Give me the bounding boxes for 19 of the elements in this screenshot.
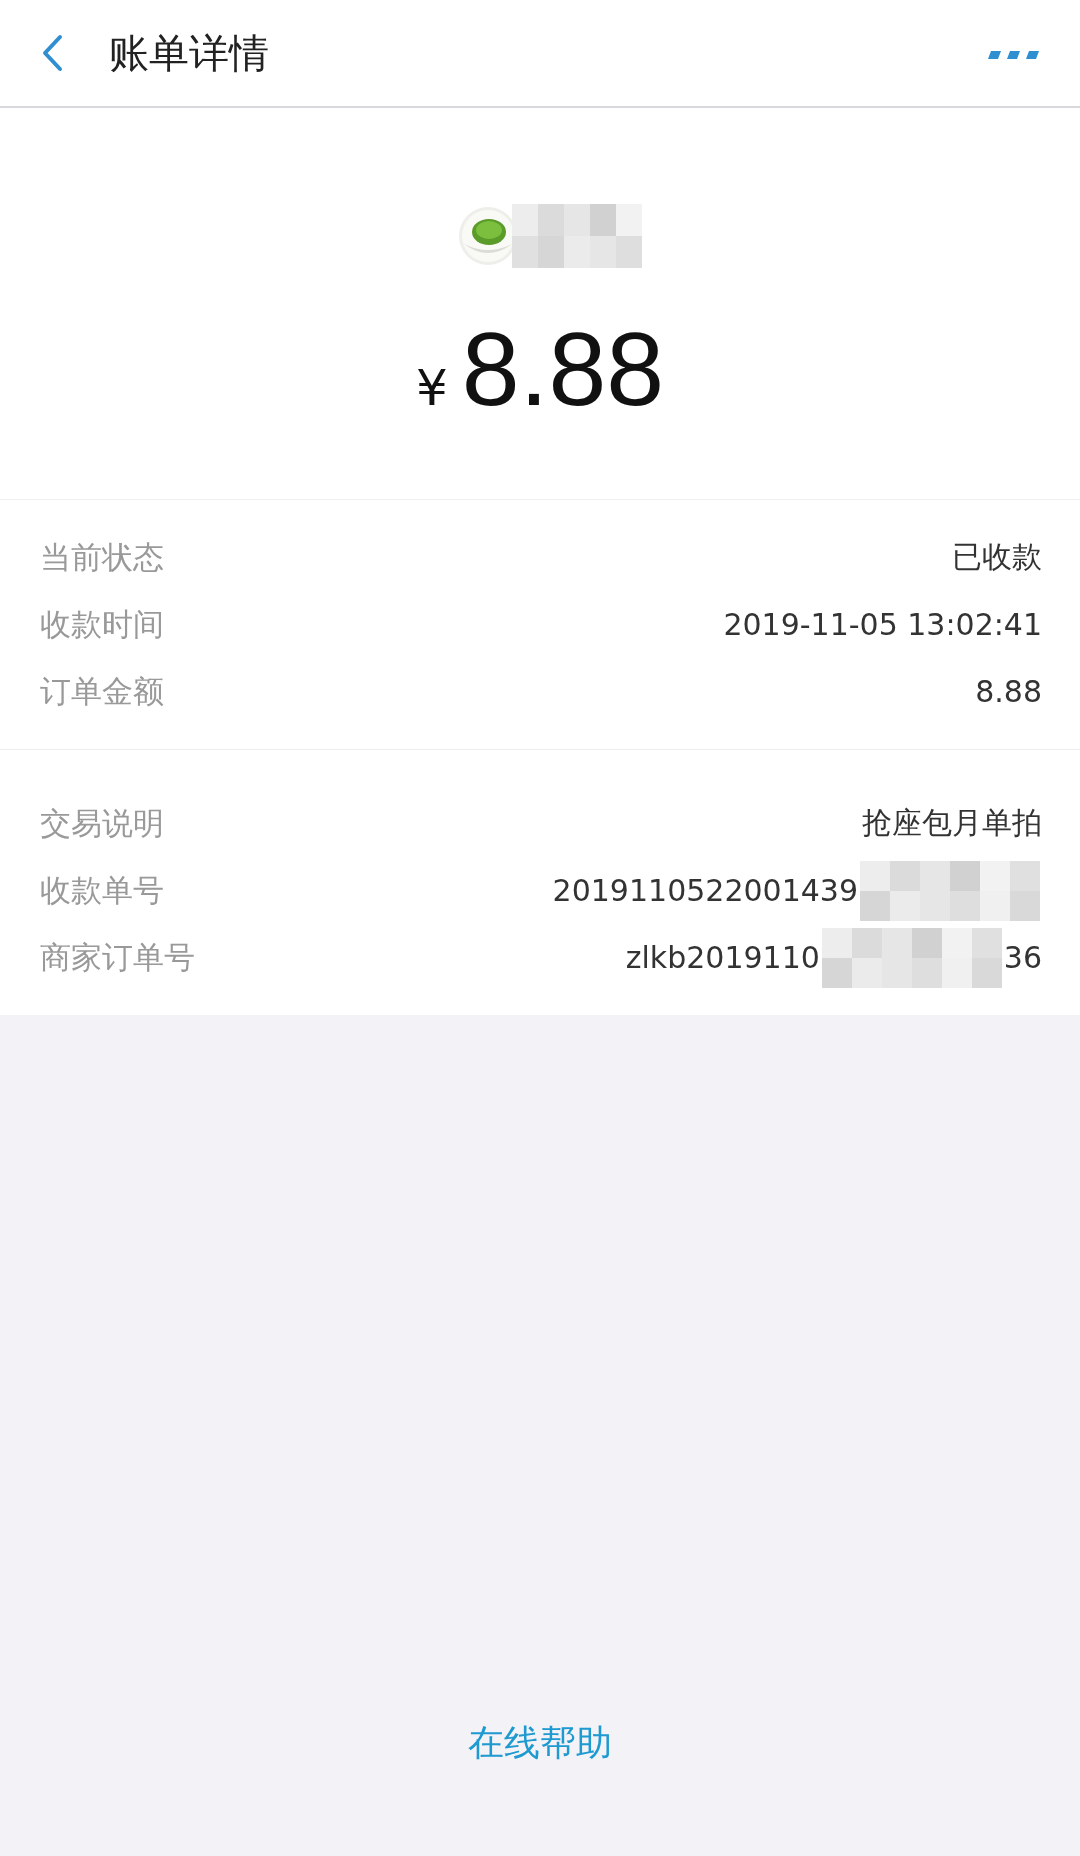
field-label: 订单金额 (40, 671, 164, 711)
currency-symbol: ¥ (415, 359, 448, 417)
amount-value: 8.88 (461, 310, 665, 429)
field-value: 已收款 (952, 538, 1042, 576)
field-label: 收款单号 (40, 870, 164, 910)
field-value: 2019-11-05 13:02:41 (723, 607, 1042, 642)
more-icon[interactable] (988, 49, 1040, 61)
field-value: 8.88 (975, 674, 1042, 709)
help-link[interactable]: 在线帮助 (468, 1719, 612, 1768)
back-icon[interactable] (40, 33, 64, 73)
field-value: 36 (1003, 940, 1042, 975)
field-label: 交易说明 (40, 803, 164, 843)
field-label: 收款时间 (40, 604, 164, 644)
field-label: 商家订单号 (40, 937, 195, 977)
field-label: 当前状态 (40, 537, 164, 577)
field-value: 2019110522001439 (552, 873, 858, 908)
field-value: 抢座包月单拍 (862, 804, 1042, 842)
field-value: zlkb2019110 (625, 940, 820, 975)
page-title: 账单详情 (109, 28, 270, 78)
